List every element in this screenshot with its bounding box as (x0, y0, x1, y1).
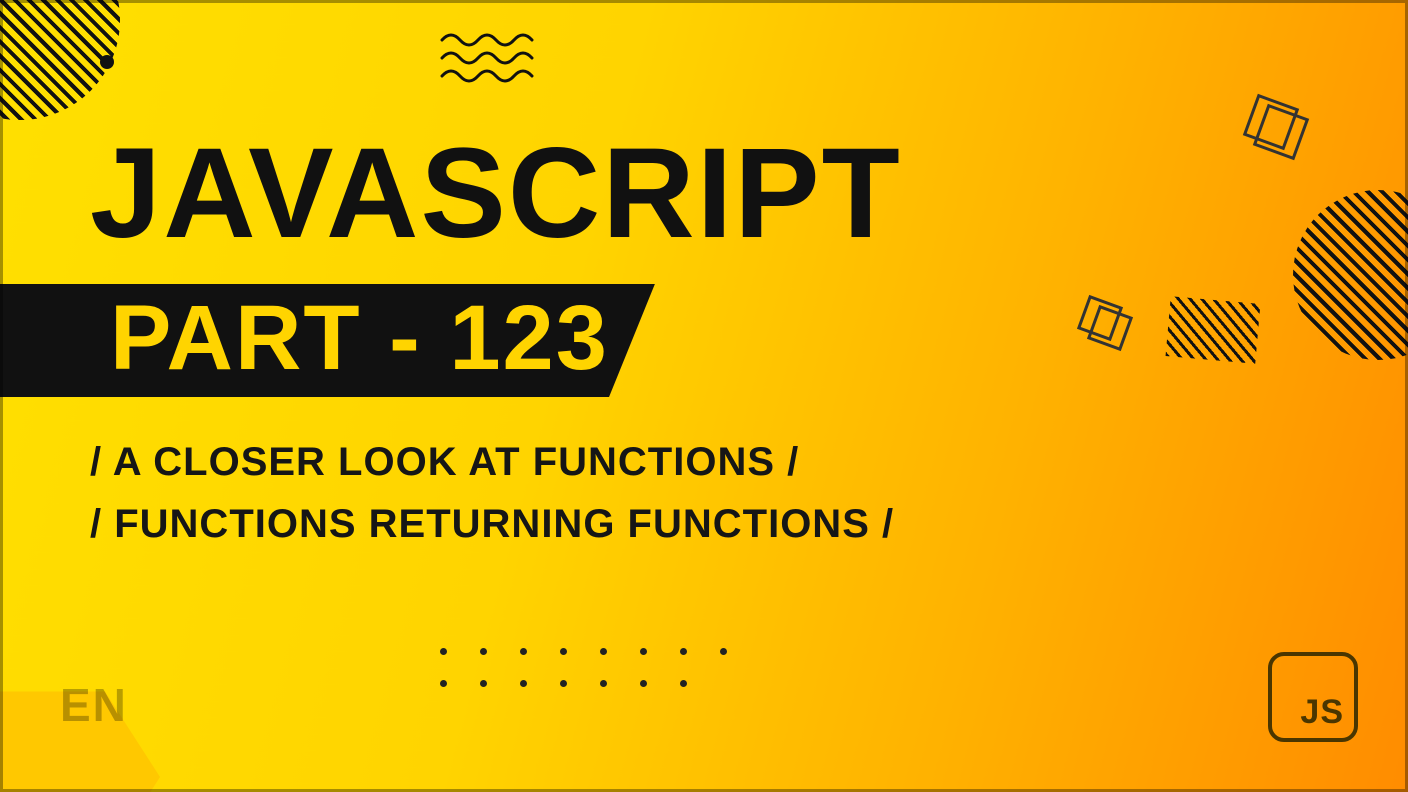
outline-square-icon (1243, 94, 1299, 150)
outline-square-icon (1087, 305, 1133, 351)
language-tag: EN (60, 678, 128, 732)
subtitle-block: / A CLOSER LOOK AT FUNCTIONS / / FUNCTIO… (90, 431, 902, 555)
hatched-corner-circle (0, 0, 120, 120)
hatched-right-circle (1293, 190, 1408, 360)
js-logo-badge: JS (1268, 652, 1358, 742)
outline-square-icon (1077, 295, 1123, 341)
dot-grid (440, 648, 760, 712)
part-banner: PART - 123 (0, 284, 655, 397)
js-logo-text: JS (1300, 693, 1344, 732)
subtitle-line-2: / FUNCTIONS RETURNING FUNCTIONS / (90, 493, 902, 555)
waves-icon (440, 30, 550, 90)
part-label: PART - 123 (110, 287, 609, 389)
subtitle-line-1: / A CLOSER LOOK AT FUNCTIONS / (90, 431, 902, 493)
hatch-patch (1166, 296, 1261, 364)
course-title: JAVASCRIPT (90, 130, 902, 258)
headline-block: JAVASCRIPT PART - 123 / A CLOSER LOOK AT… (90, 130, 902, 555)
outline-square-icon (1253, 104, 1309, 160)
accent-dot (100, 55, 114, 69)
